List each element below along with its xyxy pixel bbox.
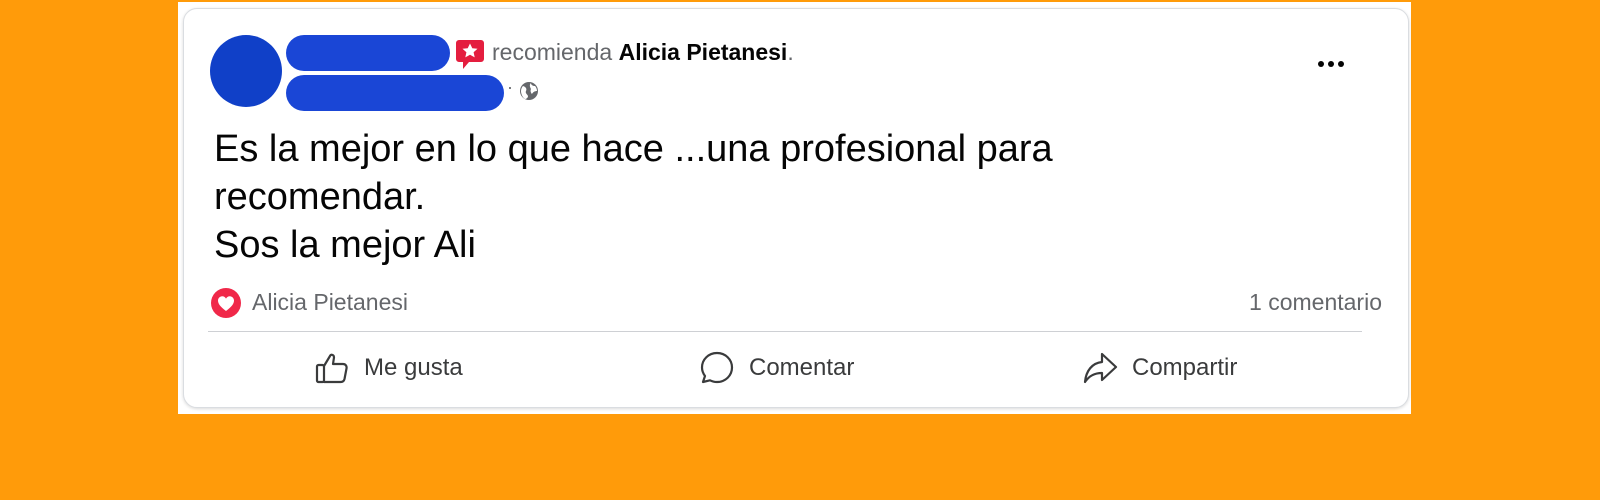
post-card: recomienda Alicia Pietanesi. · Es la mej…	[183, 8, 1409, 408]
redacted-post-meta	[286, 75, 504, 111]
reactor-name[interactable]: Alicia Pietanesi	[252, 289, 408, 316]
recommend-action-text: recomienda	[492, 39, 613, 65]
post-text-line: recomendar.	[214, 176, 426, 218]
share-arrow-icon	[1083, 352, 1118, 384]
like-label: Me gusta	[364, 354, 463, 381]
comment-count[interactable]: 1 comentario	[1249, 289, 1382, 316]
post-body: Es la mejor en lo que hace ...una profes…	[214, 125, 1364, 269]
like-button[interactable]: Me gusta	[314, 343, 463, 393]
share-button[interactable]: Compartir	[1082, 343, 1237, 393]
share-label: Compartir	[1132, 354, 1238, 381]
divider	[208, 331, 1362, 332]
meta-separator: ·	[507, 77, 513, 97]
post-text-line: Sos la mejor Ali	[214, 224, 476, 266]
screenshot-frame: recomienda Alicia Pietanesi. · Es la mej…	[178, 2, 1411, 414]
globe-icon[interactable]	[519, 81, 539, 101]
comment-button[interactable]: Comentar	[699, 343, 854, 393]
comment-label: Comentar	[749, 354, 855, 381]
more-options-icon[interactable]	[1314, 47, 1348, 81]
header-period: .	[787, 39, 794, 65]
heart-reaction-icon[interactable]	[210, 287, 242, 319]
avatar[interactable]	[210, 35, 282, 107]
recommend-icon	[456, 40, 484, 69]
recommended-page-link[interactable]: Alicia Pietanesi	[619, 39, 788, 65]
thumbs-up-icon	[315, 353, 348, 384]
redacted-author-name	[286, 35, 450, 71]
post-text-line: Es la mejor en lo que hace ...una profes…	[214, 128, 1053, 170]
post-header: recomienda Alicia Pietanesi.	[492, 39, 794, 66]
comment-bubble-icon	[700, 351, 734, 384]
